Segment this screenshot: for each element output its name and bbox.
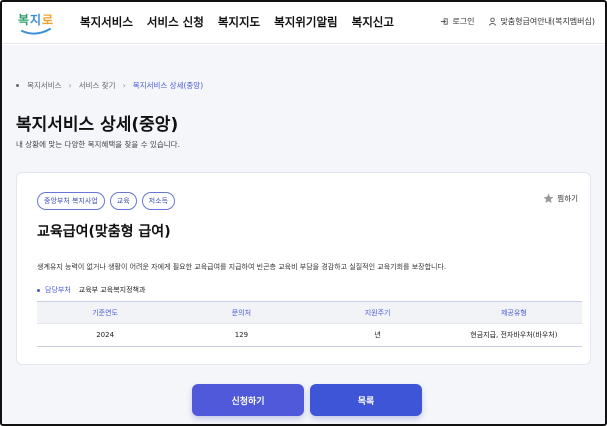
department-row: 담당부처 교육부 교육복지정책과 [37,285,145,295]
svg-text:복: 복 [18,13,29,27]
table-cell-base-year: 2024 [37,323,174,347]
chevron-right-icon: › [68,81,72,90]
list-button[interactable]: 목록 [310,384,422,416]
page-description: 내 상황에 맞는 다양한 복지혜택을 찾을 수 있습니다. [16,140,180,149]
service-description: 생계유지 능력이 없거나 생활이 어려운 자에게 필요한 교육급여를 지급하여 … [37,263,447,271]
table-header-cycle: 지원주기 [309,301,446,324]
breadcrumb-item-search[interactable]: 서비스 찾기 [79,80,116,91]
nav-service-apply[interactable]: 서비스 신청 [147,14,204,30]
user-icon [489,17,497,26]
table-header-base-year: 기준연도 [37,301,174,324]
service-info-table: 기준연도 문의처 지원주기 제공유형 2024 129 년 현금지급, 전자바우… [37,301,582,347]
tag-list: 중앙부처 복지사업 교육 저소득 [37,192,180,210]
chevron-right-icon: › [122,81,126,90]
logo-icon: 복 지 로 [18,12,53,35]
nav-welfare-report[interactable]: 복지신고 [352,14,394,30]
login-icon [441,18,448,25]
breadcrumb: 복지서비스 › 서비스 찾기 › 복지서비스 상세(중앙) [16,80,203,91]
member-label: 맞춤형급여안내(복지멤버십) [500,17,595,26]
nav-welfare-service[interactable]: 복지서비스 [80,14,133,30]
breadcrumb-item-welfare[interactable]: 복지서비스 [27,80,62,91]
utility-menu: 로그인 맞춤형급여안내(복지멤버십) [426,16,595,27]
main-nav: 복지서비스 서비스 신청 복지지도 복지위기알림 복지신고 [80,14,408,30]
breadcrumb-item-current: 복지서비스 상세(중앙) [132,81,204,90]
nav-crisis-alert[interactable]: 복지위기알림 [274,14,337,30]
apply-button[interactable]: 신청하기 [192,384,304,416]
window-frame: 복 지 로 복지서비스 서비스 신청 복지지도 복지위기알림 복지신고 로그인 [0,0,607,426]
tag-low-income[interactable]: 저소득 [141,192,175,210]
tag-central-ministry[interactable]: 중앙부처 복지사업 [37,192,105,210]
bullet-icon [37,288,40,292]
star-icon [543,193,554,203]
table-cell-type: 현금지급, 전자바우처(바우처) [445,323,582,347]
svg-text:지: 지 [30,12,41,27]
site-header: 복 지 로 복지서비스 서비스 신청 복지지도 복지위기알림 복지신고 로그인 [2,2,605,44]
service-card: 중앙부처 복지사업 교육 저소득 찜하기 교육급여(맞춤형 급여) 생계유지 능… [16,172,591,365]
favorite-label: 찜하기 [557,194,578,203]
favorite-button[interactable]: 찜하기 [543,193,578,204]
table-header-type: 제공유형 [445,301,582,324]
department-label: 담당부처 [45,286,71,294]
login-label: 로그인 [452,17,475,26]
member-link[interactable]: 맞춤형급여안내(복지멤버십) [488,16,595,27]
department-value: 교육부 교육복지정책과 [78,286,146,294]
table-cell-cycle: 년 [309,323,446,347]
table-header-row: 기준연도 문의처 지원주기 제공유형 [37,301,582,324]
home-dot-icon [16,84,19,87]
site-logo[interactable]: 복 지 로 [16,7,56,37]
table-row: 2024 129 년 현금지급, 전자바우처(바우처) [37,323,582,347]
nav-welfare-map[interactable]: 복지지도 [218,14,260,30]
table-cell-contact: 129 [173,323,310,347]
table-header-contact: 문의처 [173,301,310,324]
service-title: 교육급여(맞춤형 급여) [37,224,171,240]
page-title: 복지서비스 상세(중앙) [16,115,179,135]
login-link[interactable]: 로그인 [440,16,474,27]
tag-education[interactable]: 교육 [109,192,137,210]
svg-text:로: 로 [42,13,53,27]
